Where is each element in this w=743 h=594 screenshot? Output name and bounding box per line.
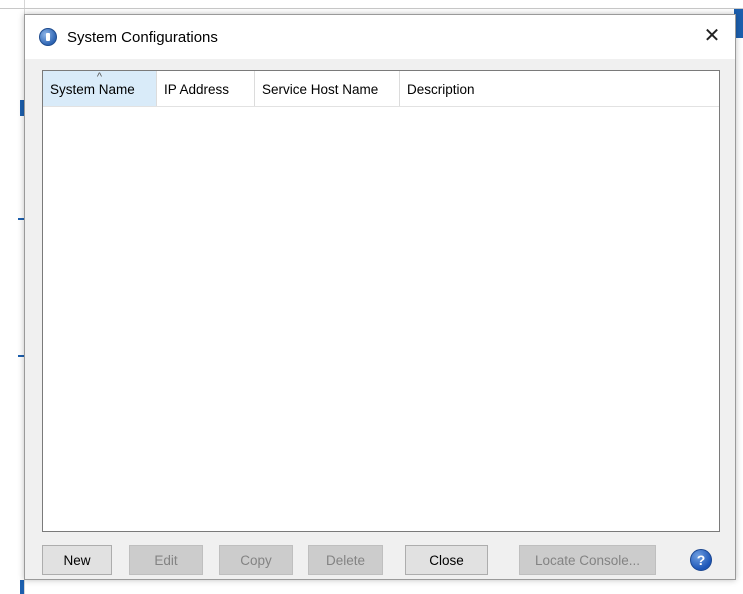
dialog-title: System Configurations: [67, 28, 218, 46]
delete-button[interactable]: Delete: [308, 545, 383, 575]
edit-button[interactable]: Edit: [129, 545, 203, 575]
system-configurations-table[interactable]: ^ System Name IP Address Service Host Na…: [42, 70, 720, 532]
column-header-description[interactable]: Description: [400, 71, 719, 106]
button-row: New Edit Copy Delete Close Locate Consol…: [25, 545, 735, 577]
column-header-label: IP Address: [164, 82, 230, 97]
table-body[interactable]: [43, 107, 719, 531]
column-header-system-name[interactable]: ^ System Name: [43, 71, 157, 106]
sort-ascending-icon: ^: [96, 71, 103, 83]
column-header-ip-address[interactable]: IP Address: [157, 71, 255, 106]
table-header: ^ System Name IP Address Service Host Na…: [43, 71, 719, 107]
close-button[interactable]: Close: [405, 545, 488, 575]
dialog-titlebar: System Configurations ✕: [25, 15, 735, 59]
column-header-label: Description: [407, 82, 475, 97]
copy-button[interactable]: Copy: [219, 545, 293, 575]
locate-console-button[interactable]: Locate Console...: [519, 545, 656, 575]
help-icon[interactable]: ?: [690, 549, 712, 571]
column-header-label: System Name: [50, 82, 135, 97]
column-header-service-host-name[interactable]: Service Host Name: [255, 71, 400, 106]
background-accent: [20, 580, 24, 594]
new-button[interactable]: New: [42, 545, 112, 575]
background-divider: [0, 8, 743, 9]
column-header-label: Service Host Name: [262, 82, 379, 97]
background-window-left: [0, 0, 25, 594]
close-icon[interactable]: ✕: [701, 25, 723, 47]
app-info-icon: [39, 28, 57, 46]
system-configurations-dialog: System Configurations ✕ ^ System Name IP…: [24, 14, 736, 580]
